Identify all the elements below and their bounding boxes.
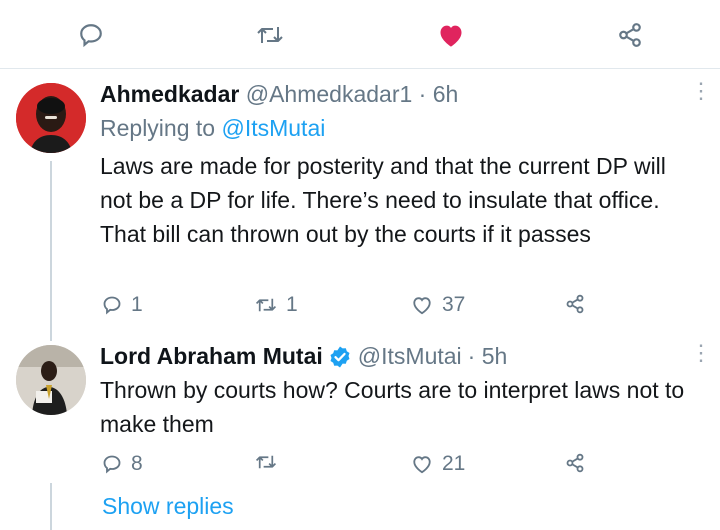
share-icon xyxy=(566,453,584,473)
replying-prefix: Replying to xyxy=(100,115,222,141)
replying-to: Replying to @ItsMutai xyxy=(100,115,325,142)
heart-outline-icon xyxy=(413,456,431,474)
replying-to-link[interactable]: @ItsMutai xyxy=(221,115,325,141)
author-handle[interactable]: @Ahmedkadar1 xyxy=(246,81,413,107)
more-options-icon[interactable]: ⋮ xyxy=(690,342,712,364)
reply-icon xyxy=(103,296,121,315)
reply-action[interactable]: 8 xyxy=(102,452,143,476)
like-count: 21 xyxy=(442,452,466,475)
like-button[interactable] xyxy=(437,22,465,53)
share-icon xyxy=(619,23,641,47)
thread-line xyxy=(50,161,52,341)
heart-outline-icon xyxy=(413,297,431,315)
avatar[interactable] xyxy=(16,83,86,153)
like-count: 37 xyxy=(442,293,466,316)
reply-action[interactable]: 1 xyxy=(102,293,143,317)
author-handle[interactable]: @ItsMutai xyxy=(358,343,462,370)
reply-button[interactable] xyxy=(78,22,104,53)
tweet-header: Lord Abraham Mutai @ItsMutai · 5h xyxy=(100,343,507,370)
tweet-header: Ahmedkadar @Ahmedkadar1 · 6h xyxy=(100,81,458,108)
author-name[interactable]: Lord Abraham Mutai xyxy=(100,343,323,370)
timestamp[interactable]: · 6h xyxy=(419,81,459,107)
top-action-bar xyxy=(0,0,720,68)
retweet-action[interactable] xyxy=(255,452,286,472)
retweet-icon xyxy=(255,455,277,469)
thread-line xyxy=(50,483,52,530)
retweet-icon xyxy=(255,298,277,312)
timestamp[interactable]: · 5h xyxy=(468,343,508,370)
author-name[interactable]: Ahmedkadar xyxy=(100,81,239,107)
reply-count: 1 xyxy=(131,293,143,316)
retweet-count: 1 xyxy=(286,293,298,316)
retweet-action[interactable]: 1 xyxy=(255,293,298,317)
verified-badge-icon xyxy=(330,346,350,367)
share-action[interactable] xyxy=(565,294,585,314)
show-replies-link[interactable]: Show replies xyxy=(102,493,234,520)
avatar[interactable] xyxy=(16,345,86,415)
share-icon xyxy=(566,294,584,314)
retweet-button[interactable] xyxy=(256,23,284,52)
like-action[interactable]: 21 xyxy=(411,452,465,476)
person-red-background-icon xyxy=(16,83,86,153)
more-options-icon[interactable]: ⋮ xyxy=(690,80,712,102)
share-action[interactable] xyxy=(565,453,585,473)
tweet[interactable]: Ahmedkadar @Ahmedkadar1 · 6h ⋮ Replying … xyxy=(0,69,720,341)
retweet-icon xyxy=(257,27,283,43)
tweet-text: Thrown by courts how? Courts are to inte… xyxy=(100,377,685,437)
like-action[interactable]: 37 xyxy=(411,293,465,317)
share-button[interactable] xyxy=(617,22,643,53)
heart-filled-icon xyxy=(440,25,462,47)
reply-count: 8 xyxy=(131,452,143,475)
reply-icon xyxy=(80,24,102,48)
person-photo-icon xyxy=(16,345,86,415)
tweet-text: Laws are made for posterity and that the… xyxy=(100,153,666,247)
tweet[interactable]: Lord Abraham Mutai @ItsMutai · 5h ⋮ Thro… xyxy=(0,333,720,530)
reply-icon xyxy=(103,455,121,474)
